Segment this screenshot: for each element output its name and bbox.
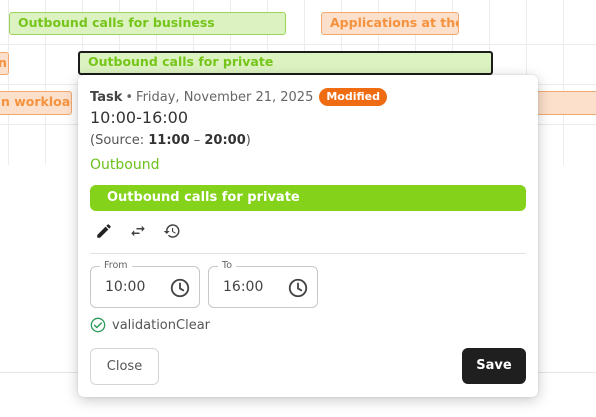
check-circle-icon (90, 317, 106, 333)
action-toolbar (94, 221, 182, 241)
from-value[interactable]: 10:00 (105, 279, 145, 295)
swap-icon[interactable] (128, 221, 148, 241)
task-bar-outbound-business[interactable]: Outbound calls for business (9, 12, 286, 35)
source-start: 11:00 (148, 133, 190, 148)
clock-icon[interactable] (287, 277, 309, 299)
save-button[interactable]: Save (462, 348, 526, 384)
source-end: 20:00 (204, 133, 246, 148)
source-time: (Source: 11:00 – 20:00) (90, 133, 251, 148)
to-value[interactable]: 16:00 (223, 279, 263, 295)
task-bar-outbound-private-selected[interactable]: Outbound calls for private (78, 51, 493, 75)
grid-line (0, 44, 596, 45)
direction-label: Outbound (90, 157, 160, 173)
validation-status: validationClear (90, 317, 210, 333)
task-bar-workload-right[interactable] (536, 91, 596, 115)
task-bar-workload[interactable]: n workload (0, 91, 72, 115)
task-date: Friday, November 21, 2025 (136, 89, 314, 105)
task-bar-applications[interactable]: Applications at the e (321, 12, 459, 35)
header-separator: • (125, 89, 134, 105)
task-label: Task (90, 89, 123, 105)
close-button[interactable]: Close (90, 348, 159, 385)
to-label: To (218, 260, 237, 272)
activity-chip[interactable]: Outbound calls for private (90, 185, 526, 211)
modified-badge: Modified (319, 88, 387, 106)
to-time-field[interactable]: To 16:00 (208, 260, 318, 308)
task-popover: Task • Friday, November 21, 2025 Modifie… (78, 75, 538, 397)
grid-line (563, 0, 564, 165)
task-bar-partial[interactable]: n (0, 52, 9, 75)
source-dash: – (189, 133, 205, 148)
edit-icon[interactable] (94, 221, 114, 241)
source-prefix: (Source: (90, 133, 149, 148)
source-suffix: ) (245, 133, 251, 148)
divider (90, 253, 526, 254)
validation-text: validationClear (112, 317, 211, 333)
from-label: From (100, 260, 132, 272)
clock-icon[interactable] (169, 277, 191, 299)
time-range: 10:00-16:00 (90, 108, 188, 127)
popover-header: Task • Friday, November 21, 2025 Modifie… (90, 88, 387, 106)
from-time-field[interactable]: From 10:00 (90, 260, 200, 308)
history-icon[interactable] (162, 221, 182, 241)
